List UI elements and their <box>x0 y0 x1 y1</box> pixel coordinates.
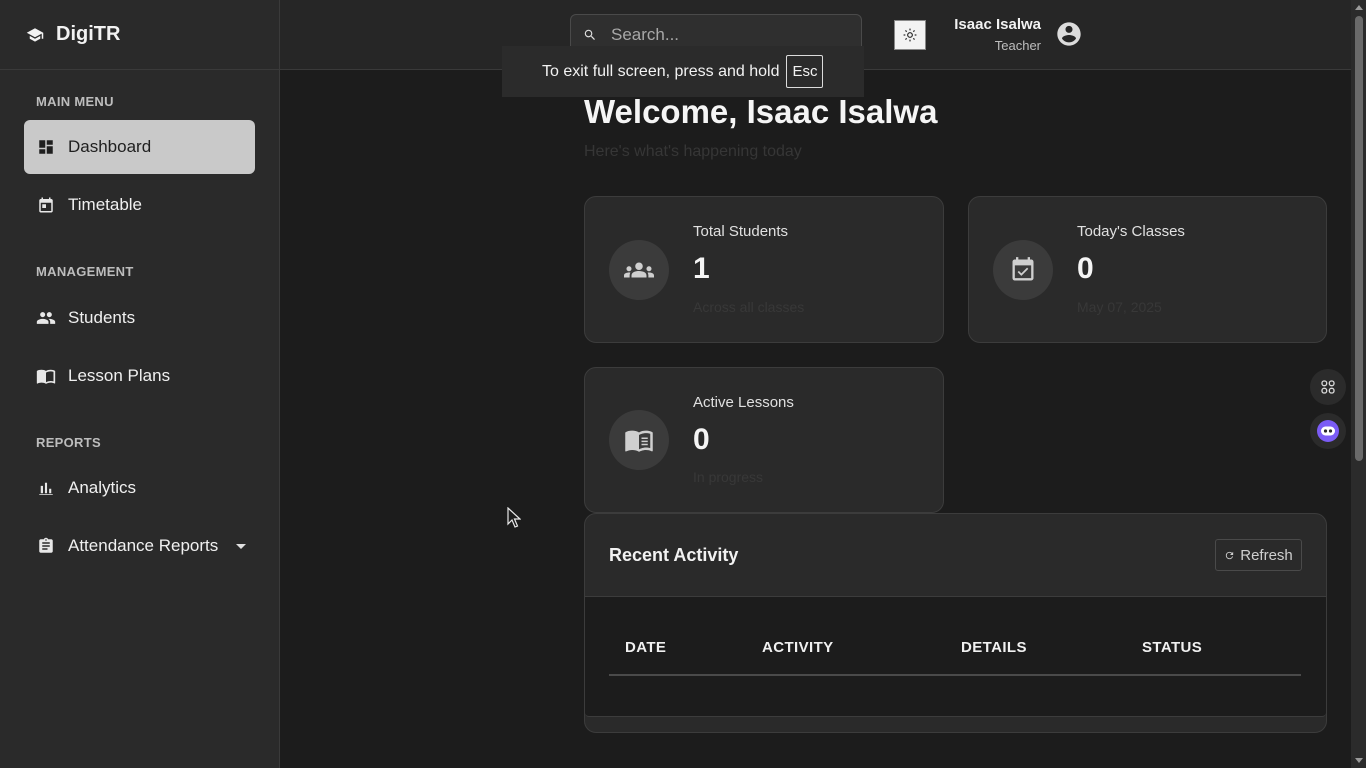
chevron-down-icon[interactable] <box>236 543 247 549</box>
sidebar-item-students[interactable]: Students <box>24 291 255 345</box>
avatar-icon[interactable] <box>1055 20 1083 48</box>
section-title: Recent Activity <box>609 545 739 565</box>
graduation-cap-icon <box>26 27 44 42</box>
sidebar-item-dashboard[interactable]: Dashboard <box>24 120 255 174</box>
clipboard-icon <box>36 536 56 556</box>
sidebar-item-lesson-plans[interactable]: Lesson Plans <box>24 349 255 403</box>
sidebar-item-label: Attendance Reports <box>68 536 219 555</box>
page-scrollbar[interactable] <box>1351 0 1366 768</box>
user-name[interactable]: Isaac Isalwa <box>954 16 1041 33</box>
card-subtext: May 07, 2025 <box>1077 299 1162 315</box>
scroll-down-arrow-icon[interactable] <box>1355 758 1363 763</box>
column-header-date[interactable]: DATE <box>625 639 666 656</box>
sidebar-item-label: Students <box>68 308 136 327</box>
assistant-button[interactable] <box>1310 413 1346 449</box>
theme-toggle-button[interactable] <box>894 20 926 50</box>
brand-name: DigiTR <box>56 23 121 45</box>
card-title: Total Students <box>693 223 789 240</box>
scrollbar-thumb[interactable] <box>1355 16 1363 461</box>
stat-card-active-lessons: Active Lessons 0 In progress <box>584 367 944 513</box>
calendar-check-icon <box>993 240 1053 300</box>
section-label-management: MANAGEMENT <box>36 264 134 279</box>
scroll-up-arrow-icon[interactable] <box>1355 5 1363 10</box>
toast-text: To exit full screen, press and hold <box>542 62 780 80</box>
card-subtext: In progress <box>693 469 764 485</box>
refresh-icon <box>1226 551 1234 559</box>
sidebar-item-label: Lesson Plans <box>68 366 171 385</box>
search-icon <box>584 29 595 40</box>
column-header-status[interactable]: STATUS <box>1142 639 1202 656</box>
card-title: Active Lessons <box>693 394 794 411</box>
people-icon <box>609 240 669 300</box>
apps-icon <box>1321 380 1335 394</box>
card-title: Today's Classes <box>1077 223 1185 240</box>
column-header-activity[interactable]: ACTIVITY <box>762 639 834 656</box>
card-value: 1 <box>693 252 710 285</box>
page-title: Welcome, Isaac Isalwa <box>584 93 938 130</box>
sidebar-item-label: Analytics <box>68 478 137 497</box>
card-subtext: Across all classes <box>693 299 805 315</box>
stat-card-total-students: Total Students 1 Across all classes <box>584 196 944 343</box>
refresh-label: Refresh <box>1240 546 1293 564</box>
activity-table: DATE ACTIVITY DETAILS STATUS <box>585 596 1326 717</box>
card-value: 0 <box>1077 252 1094 285</box>
sidebar-item-label: Timetable <box>68 195 143 214</box>
search-input[interactable] <box>611 25 841 45</box>
assistant-bot-icon <box>1317 420 1339 442</box>
brand[interactable]: DigiTR <box>0 0 279 70</box>
sidebar-item-attendance-reports[interactable]: Attendance Reports <box>24 519 255 573</box>
card-value: 0 <box>693 423 710 456</box>
mouse-cursor-icon <box>507 507 521 528</box>
refresh-button[interactable]: Refresh <box>1215 539 1302 571</box>
column-header-details[interactable]: DETAILS <box>961 639 1027 656</box>
apps-grid-button[interactable] <box>1310 369 1346 405</box>
fullscreen-toast: To exit full screen, press and hold Esc <box>502 46 864 97</box>
table-header-divider <box>609 674 1301 676</box>
book-icon <box>609 410 669 470</box>
user-role: Teacher <box>994 38 1041 53</box>
dashboard-icon <box>36 137 56 157</box>
section-label-reports: REPORTS <box>36 435 101 450</box>
people-icon <box>36 308 56 328</box>
stat-card-todays-classes: Today's Classes 0 May 07, 2025 <box>968 196 1327 343</box>
sidebar: DigiTR MAIN MENU Dashboard Timetable MAN… <box>0 0 280 768</box>
section-label-main-menu: MAIN MENU <box>36 94 114 109</box>
sidebar-item-analytics[interactable]: Analytics <box>24 461 255 515</box>
sidebar-item-label: Dashboard <box>68 137 152 156</box>
recent-activity-panel: Recent Activity Refresh DATE ACTIVITY DE… <box>584 513 1327 733</box>
esc-key-hint: Esc <box>786 55 824 88</box>
sidebar-item-timetable[interactable]: Timetable <box>24 178 255 232</box>
book-icon <box>36 366 56 386</box>
calendar-icon <box>36 195 56 215</box>
bar-chart-icon <box>36 478 56 498</box>
sun-icon <box>903 28 917 42</box>
page-subtitle: Here's what's happening today <box>584 143 802 160</box>
